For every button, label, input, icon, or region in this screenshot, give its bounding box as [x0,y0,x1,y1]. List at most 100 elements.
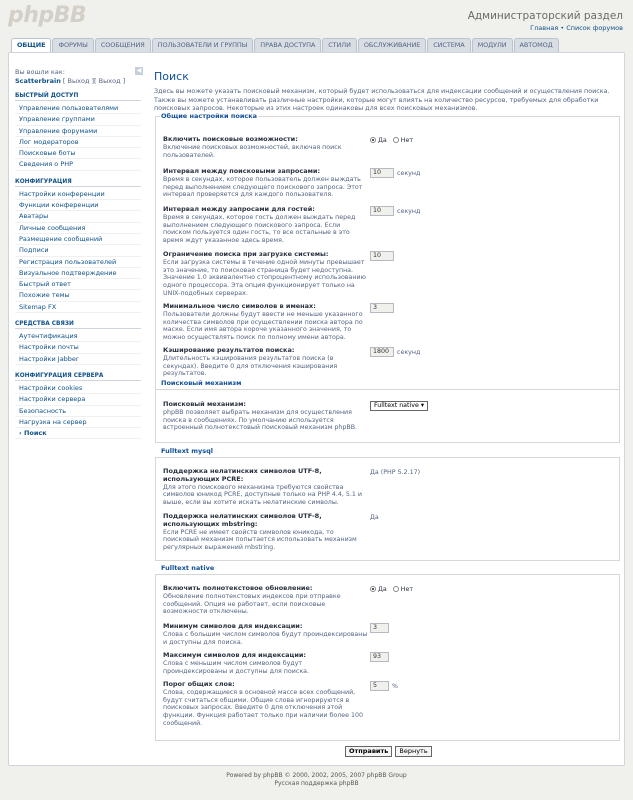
search-backend-select[interactable]: Fulltext native ▾ [370,401,429,411]
sidebar-item-email-settings[interactable]: Настройки почты [15,342,141,354]
min-author-chars-input[interactable]: 3 [370,303,394,313]
page-header: phpBB Администраторский раздел Главная •… [0,0,633,36]
page-footer: Powered by phpBB © 2000, 2002, 2005, 200… [0,772,633,787]
setting-label: Максимум символов для индексации: [163,651,307,659]
sidebar-item-quick-reply[interactable]: Быстрый ответ [15,279,141,291]
setting-label: Интервал между поисковыми запросами: [163,167,321,175]
sidebar-item-search[interactable]: › Поиск [15,428,141,440]
setting-explain: Для этого поискового механизма требуются… [163,483,363,507]
radio-label: Нет [400,585,414,593]
forum-list-link[interactable]: Список форумов [566,24,623,32]
sidebar-menu: ◀ Вы вошли как: Scatterbrain [ Выход ][ … [15,67,143,447]
main-link[interactable]: Главная [530,24,558,32]
max-chars-input[interactable]: 93 [370,652,389,662]
tab-users-groups[interactable]: Пользователи и группы [151,38,254,52]
submit-button[interactable]: Отправить [345,746,393,757]
russian-support-link[interactable]: Русская поддержка phpBB [0,780,633,788]
radio-label: Да [378,585,387,593]
enable-search-no-radio[interactable] [392,137,399,143]
setting-explain: Обновление полнотекстовых индексов при о… [163,592,341,616]
search-cache-input[interactable]: 1800 [370,347,394,357]
content-container: ◀ Вы вошли как: Scatterbrain [ Выход ][ … [8,52,625,766]
setting-explain: Длительность кэширования результатов пои… [163,354,338,378]
sidebar-item-cookies[interactable]: Настройки cookies [15,383,141,395]
section-heading: Поисковый механизм [161,379,242,387]
section-heading: Fulltext mysql [161,447,214,455]
fulltext-update-yes-radio[interactable] [370,586,376,592]
menu-group-title: Быстрый доступ [15,93,141,101]
sidebar-item-load[interactable]: Нагрузка на сервер [15,417,141,429]
sidebar-item-manage-groups[interactable]: Управление группами [15,114,141,126]
tab-automod[interactable]: Автомод [513,38,559,52]
sidebar-item-server-settings[interactable]: Настройки сервера [15,394,141,406]
form-buttons: Отправить Вернуть [345,746,432,757]
phpbb-logo[interactable]: phpBB [8,3,87,28]
sidebar-item-captcha[interactable]: Визуальное подтверждение [15,268,141,280]
collapse-menu-icon[interactable]: ◀ [135,67,143,75]
tab-permissions[interactable]: Права доступа [254,38,322,52]
search-load-input[interactable]: 10 [370,251,394,261]
fulltext-update-no-radio[interactable] [392,586,399,592]
unit-label: секунд [397,207,421,215]
sidebar-item-php-info[interactable]: Сведения о PHP [15,159,141,171]
tab-general[interactable]: Общие [11,38,52,53]
sidebar-item-board-features[interactable]: Функции конференции [15,200,141,212]
setting-label: Включить полнотекстовое обновление: [163,584,313,592]
sidebar-item-signatures[interactable]: Подписи [15,245,141,257]
tab-styles[interactable]: Стили [322,38,357,52]
sidebar-item-search-bots[interactable]: Поисковые боты [15,148,141,160]
setting-label: Поддержка нелатинских символов UTF-8, ис… [163,467,322,483]
setting-explain: Если загрузка системы в течение одной ми… [163,258,366,297]
enable-search-yes-radio[interactable] [370,137,376,143]
tab-forums[interactable]: Форумы [52,38,94,52]
tab-system[interactable]: Система [427,38,471,52]
admin-panel-title: Администраторский раздел [467,10,623,22]
sidebar-item-label: Поиск [23,429,47,438]
sidebar-item-registration[interactable]: Регистрация пользователей [15,257,141,268]
sidebar-item-similar-topics[interactable]: Похожие темы [15,290,141,302]
tab-modules[interactable]: Модули [471,38,513,52]
setting-label: Поисковый механизм: [163,400,247,408]
unit-label: секунд [397,348,421,356]
user-info: Scatterbrain [ Выход ][ Выход ] [15,77,141,85]
setting-explain: Включение поисковых возможностей, включа… [163,143,342,159]
setting-explain: Если PCRE не имеет свойств символов юник… [163,528,357,552]
sidebar-item-posting[interactable]: Размещение сообщений [15,234,141,246]
menu-group-configuration: Конфигурация Настройки конференции Функц… [15,179,141,314]
common-words-input[interactable]: 5 [370,681,389,691]
sidebar-item-avatars[interactable]: Аватары [15,211,141,223]
sidebar-item-manage-forums[interactable]: Управление форумами [15,126,141,137]
tab-maintenance[interactable]: Обслуживание [357,38,427,52]
username[interactable]: Scatterbrain [15,77,61,85]
unit-label: секунд [397,169,421,177]
sidebar-item-sitemap[interactable]: Sitemap FX [15,302,141,314]
setting-label: Минимальное число символов в именах: [163,302,316,310]
main-content: Поиск Здесь вы можете указать поисковый … [154,70,619,116]
setting-explain: Пользователи должны будут ввести не мень… [163,310,363,342]
main-tabs: Общие Форумы Сообщения Пользователи и гр… [11,38,559,53]
sidebar-item-mod-log[interactable]: Лог модераторов [15,137,141,149]
setting-label: Порог общих слов: [163,680,235,688]
reset-button[interactable]: Вернуть [395,746,432,757]
page-title: Поиск [154,70,189,83]
general-settings-fieldset: Общие настройки поиска Включить поисковы… [155,112,620,421]
sidebar-item-private-messages[interactable]: Личные сообщения [15,223,141,234]
logout-link[interactable]: [ Выход ] [61,77,94,85]
sidebar-item-authentication[interactable]: Аутентификация [15,331,141,343]
sidebar-item-manage-users[interactable]: Управление пользователями [15,103,141,115]
sidebar-item-jabber-settings[interactable]: Настройки Jabber [15,354,141,365]
sidebar-item-security[interactable]: Безопасность [15,406,141,417]
pcre-support-value: Да (PHP 5.2.17) [370,469,421,476]
setting-label: Ограничение поиска при загрузке системы: [163,250,329,258]
min-chars-input[interactable]: 3 [370,623,389,633]
search-interval-input[interactable]: 10 [370,168,394,178]
view-link[interactable]: [ Выход ] [94,77,125,85]
tab-posting[interactable]: Сообщения [94,38,151,52]
setting-explain: Время в секундах, которое гость должен в… [163,213,356,245]
sidebar-item-board-settings[interactable]: Настройки конференции [15,189,141,201]
native-fieldset: Включить полнотекстовое обновление: Обнов… [155,574,620,741]
menu-group-title: Средства связи [15,321,141,330]
page-description: Здесь вы можете указать поисковый механи… [154,87,610,113]
unit-label: % [392,682,398,690]
guest-interval-input[interactable]: 10 [370,206,394,216]
